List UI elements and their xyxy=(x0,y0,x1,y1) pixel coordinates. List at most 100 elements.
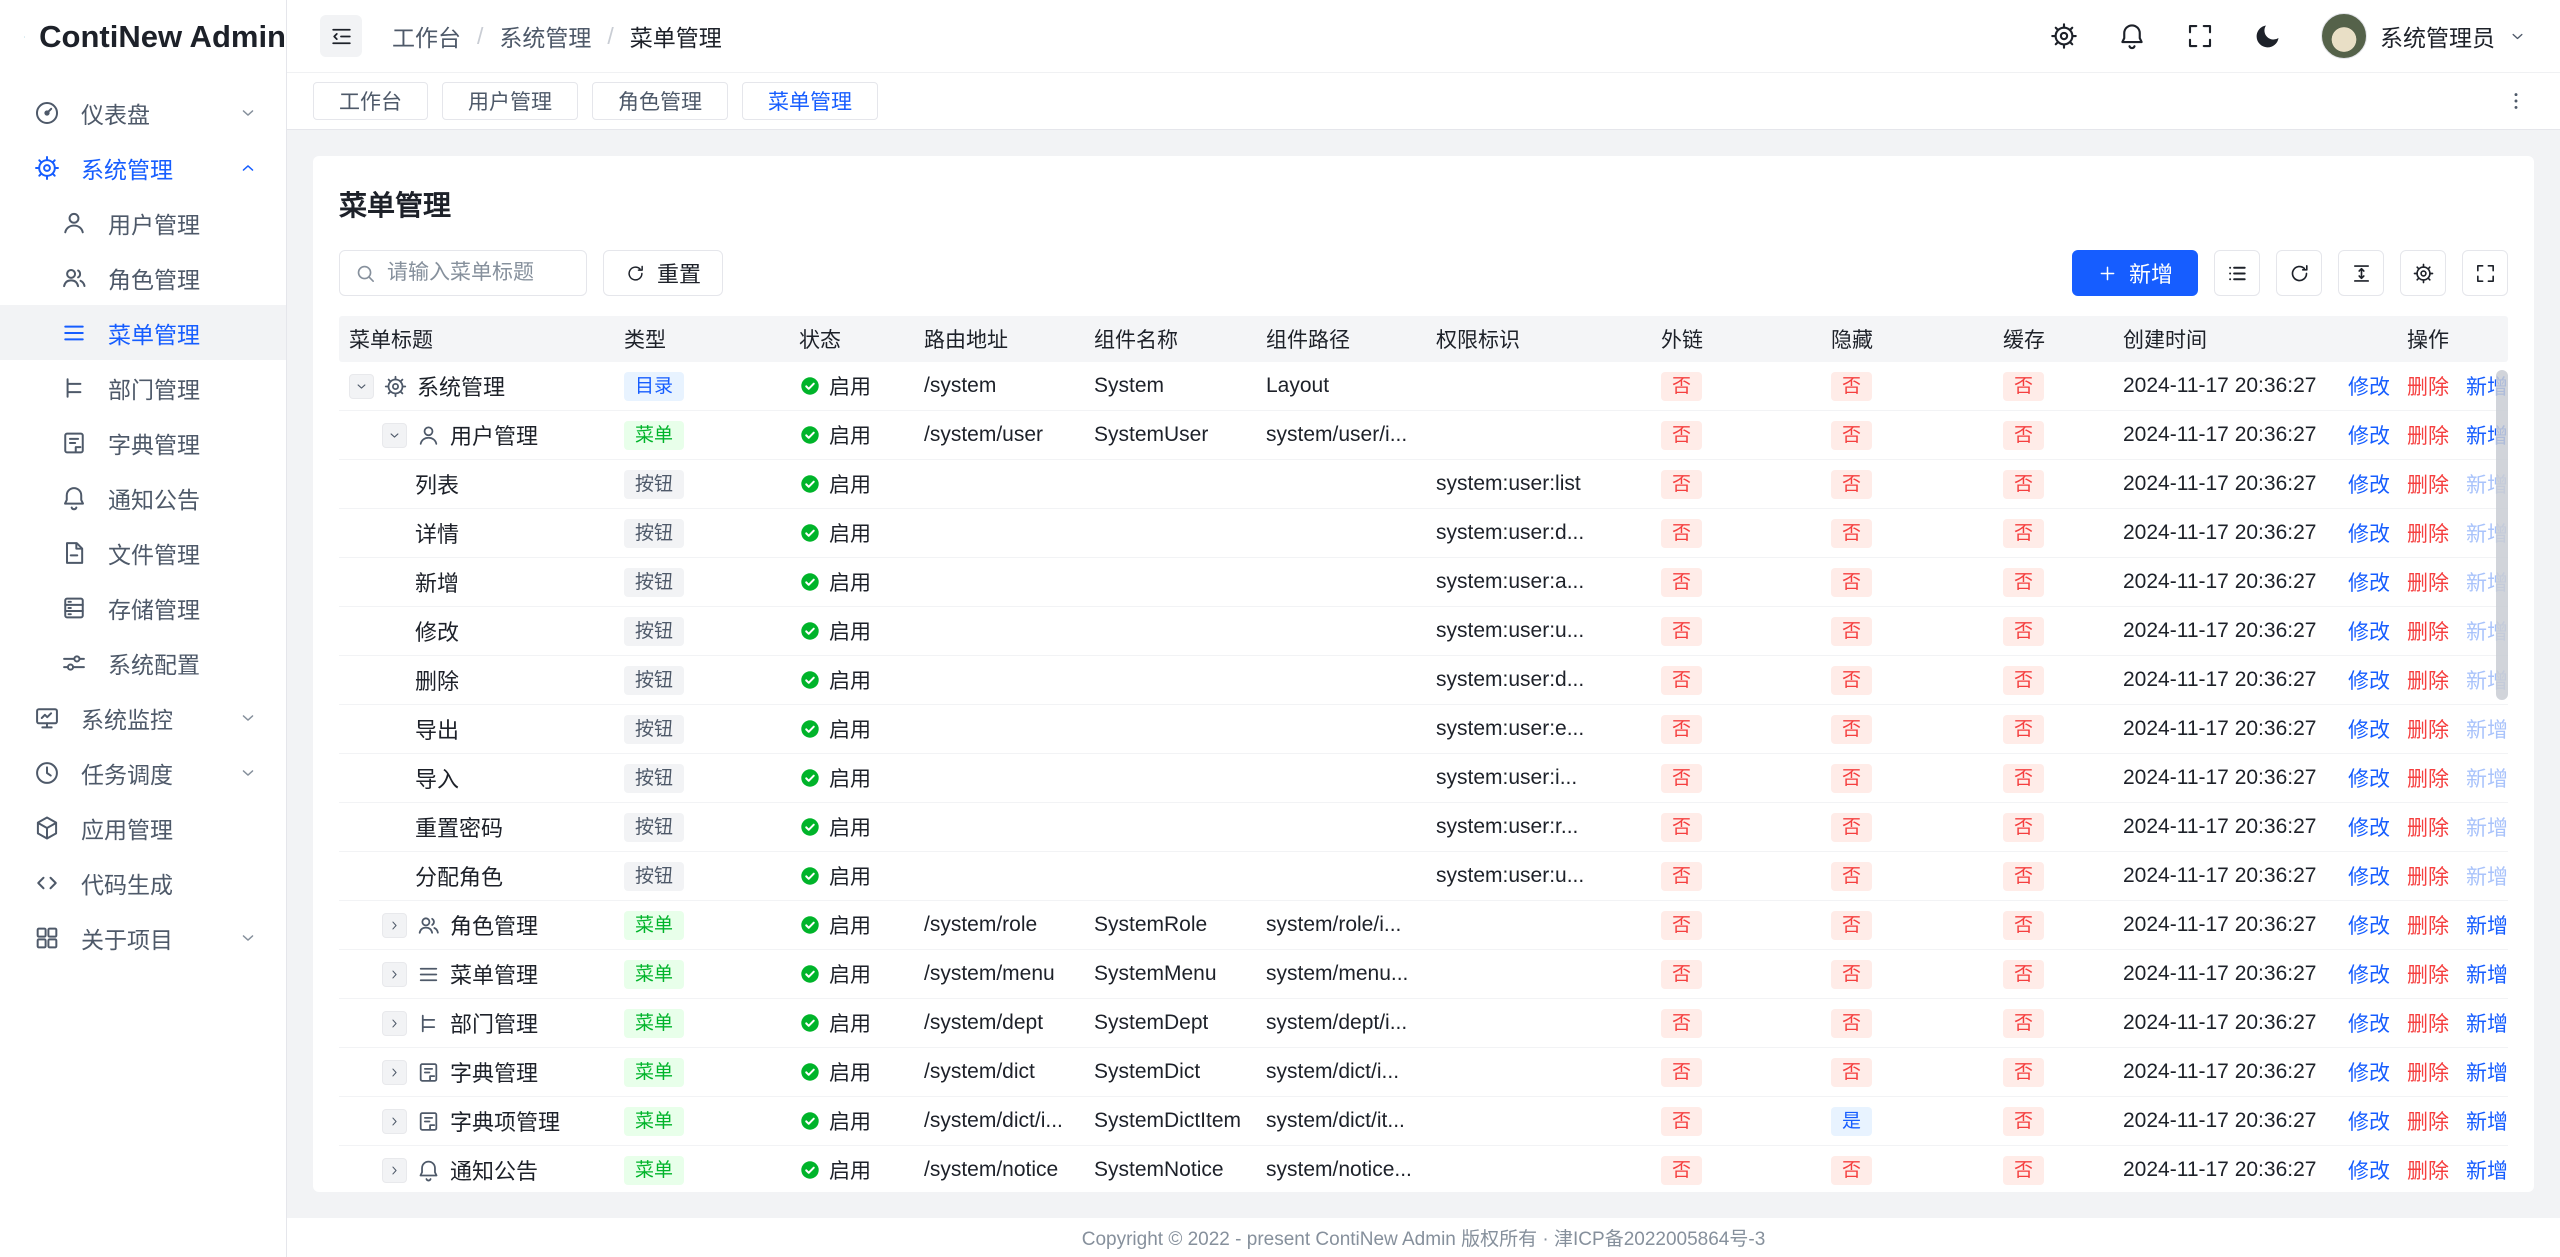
expand-toggle[interactable] xyxy=(382,913,407,938)
user-menu[interactable]: 系统管理员 xyxy=(2321,13,2527,59)
table-fullscreen-button[interactable] xyxy=(2462,250,2508,296)
delete-link[interactable]: 删除 xyxy=(2407,1008,2449,1038)
expand-toggle[interactable] xyxy=(382,423,407,448)
tab[interactable]: 用户管理 xyxy=(442,82,578,120)
edit-link[interactable]: 修改 xyxy=(2348,959,2390,989)
tab-more-button[interactable] xyxy=(2498,83,2534,119)
sidebar-item[interactable]: 部门管理 xyxy=(0,360,286,415)
refresh-table-button[interactable] xyxy=(2276,250,2322,296)
delete-link[interactable]: 删除 xyxy=(2407,567,2449,597)
dark-mode-icon[interactable] xyxy=(2253,21,2283,51)
delete-link[interactable]: 删除 xyxy=(2407,1106,2449,1136)
sidebar-item[interactable]: 任务调度 xyxy=(0,745,286,800)
sidebar-item[interactable]: 通知公告 xyxy=(0,470,286,525)
notifications-icon[interactable] xyxy=(2117,21,2147,51)
edit-link[interactable]: 修改 xyxy=(2348,371,2390,401)
edit-link[interactable]: 修改 xyxy=(2348,469,2390,499)
table-row: 部门管理 菜单 启用 /system/dept SystemDept syste… xyxy=(339,999,2508,1048)
status-check-icon xyxy=(799,571,821,593)
delete-link[interactable]: 删除 xyxy=(2407,910,2449,940)
vertical-scrollbar[interactable] xyxy=(2496,370,2508,700)
edit-link[interactable]: 修改 xyxy=(2348,1008,2390,1038)
delete-link[interactable]: 删除 xyxy=(2407,959,2449,989)
row-height-button[interactable] xyxy=(2338,250,2384,296)
sidebar-item[interactable]: 关于项目 xyxy=(0,910,286,965)
add-link[interactable]: 新增 xyxy=(2466,1057,2508,1087)
column-settings-button[interactable] xyxy=(2400,250,2446,296)
breadcrumb-item[interactable]: 菜单管理 xyxy=(630,19,722,53)
sidebar-item[interactable]: 应用管理 xyxy=(0,800,286,855)
expand-toggle[interactable] xyxy=(382,1109,407,1134)
toolbar: 重置 新增 xyxy=(339,250,2508,296)
edit-link[interactable]: 修改 xyxy=(2348,861,2390,891)
edit-link[interactable]: 修改 xyxy=(2348,1057,2390,1087)
expand-toggle[interactable] xyxy=(382,1060,407,1085)
sidebar-item[interactable]: 文件管理 xyxy=(0,525,286,580)
delete-link[interactable]: 删除 xyxy=(2407,714,2449,744)
delete-link[interactable]: 删除 xyxy=(2407,371,2449,401)
sidebar-item[interactable]: 菜单管理 xyxy=(0,305,286,360)
edit-link[interactable]: 修改 xyxy=(2348,616,2390,646)
add-link[interactable]: 新增 xyxy=(2466,910,2508,940)
tab[interactable]: 菜单管理 xyxy=(742,82,878,120)
column-header: 类型 xyxy=(614,324,789,354)
menu-title: 导入 xyxy=(415,762,459,794)
edit-link[interactable]: 修改 xyxy=(2348,812,2390,842)
delete-link[interactable]: 删除 xyxy=(2407,469,2449,499)
edit-link[interactable]: 修改 xyxy=(2348,910,2390,940)
component-name: System xyxy=(1094,374,1164,398)
edit-link[interactable]: 修改 xyxy=(2348,714,2390,744)
delete-link[interactable]: 删除 xyxy=(2407,616,2449,646)
delete-link[interactable]: 删除 xyxy=(2407,763,2449,793)
sidebar-item[interactable]: 系统管理 xyxy=(0,140,286,195)
status-check-icon xyxy=(799,1110,821,1132)
permission-code: system:user:i... xyxy=(1436,766,1577,790)
expand-toggle[interactable] xyxy=(382,1158,407,1183)
settings-icon[interactable] xyxy=(2049,21,2079,51)
tab-bar: 工作台用户管理角色管理菜单管理 xyxy=(287,73,2560,130)
view-list-button[interactable] xyxy=(2214,250,2260,296)
delete-link[interactable]: 删除 xyxy=(2407,861,2449,891)
sidebar-item[interactable]: 仪表盘 xyxy=(0,85,286,140)
tab[interactable]: 角色管理 xyxy=(592,82,728,120)
search-input[interactable] xyxy=(387,261,572,285)
route-path: /system/user xyxy=(924,423,1043,447)
chevron-icon xyxy=(387,967,402,982)
edit-link[interactable]: 修改 xyxy=(2348,1106,2390,1136)
add-link[interactable]: 新增 xyxy=(2466,1155,2508,1185)
sidebar-item[interactable]: 用户管理 xyxy=(0,195,286,250)
expand-toggle[interactable] xyxy=(382,1011,407,1036)
edit-link[interactable]: 修改 xyxy=(2348,763,2390,793)
expand-toggle[interactable] xyxy=(382,962,407,987)
add-link[interactable]: 新增 xyxy=(2466,1008,2508,1038)
add-button[interactable]: 新增 xyxy=(2072,250,2198,296)
sidebar-item[interactable]: 字典管理 xyxy=(0,415,286,470)
sidebar-item[interactable]: 系统监控 xyxy=(0,690,286,745)
sidebar-item[interactable]: 系统配置 xyxy=(0,635,286,690)
reset-button[interactable]: 重置 xyxy=(603,250,723,296)
delete-link[interactable]: 删除 xyxy=(2407,812,2449,842)
edit-link[interactable]: 修改 xyxy=(2348,665,2390,695)
cache-badge: 否 xyxy=(2003,715,2044,744)
delete-link[interactable]: 删除 xyxy=(2407,1057,2449,1087)
breadcrumb-item[interactable]: 系统管理 xyxy=(499,19,591,53)
edit-link[interactable]: 修改 xyxy=(2348,567,2390,597)
edit-link[interactable]: 修改 xyxy=(2348,420,2390,450)
delete-link[interactable]: 删除 xyxy=(2407,665,2449,695)
sidebar-item[interactable]: 代码生成 xyxy=(0,855,286,910)
sidebar-collapse-button[interactable] xyxy=(320,15,362,57)
add-link[interactable]: 新增 xyxy=(2466,959,2508,989)
delete-link[interactable]: 删除 xyxy=(2407,518,2449,548)
delete-link[interactable]: 删除 xyxy=(2407,1155,2449,1185)
fullscreen-icon[interactable] xyxy=(2185,21,2215,51)
breadcrumb-item[interactable]: 工作台 xyxy=(392,19,461,53)
edit-link[interactable]: 修改 xyxy=(2348,1155,2390,1185)
delete-link[interactable]: 删除 xyxy=(2407,420,2449,450)
expand-toggle[interactable] xyxy=(349,374,374,399)
sidebar-item[interactable]: 角色管理 xyxy=(0,250,286,305)
sidebar-item[interactable]: 存储管理 xyxy=(0,580,286,635)
brand[interactable]: ContiNew Admin xyxy=(0,0,286,73)
add-link[interactable]: 新增 xyxy=(2466,1106,2508,1136)
tab[interactable]: 工作台 xyxy=(313,82,428,120)
edit-link[interactable]: 修改 xyxy=(2348,518,2390,548)
